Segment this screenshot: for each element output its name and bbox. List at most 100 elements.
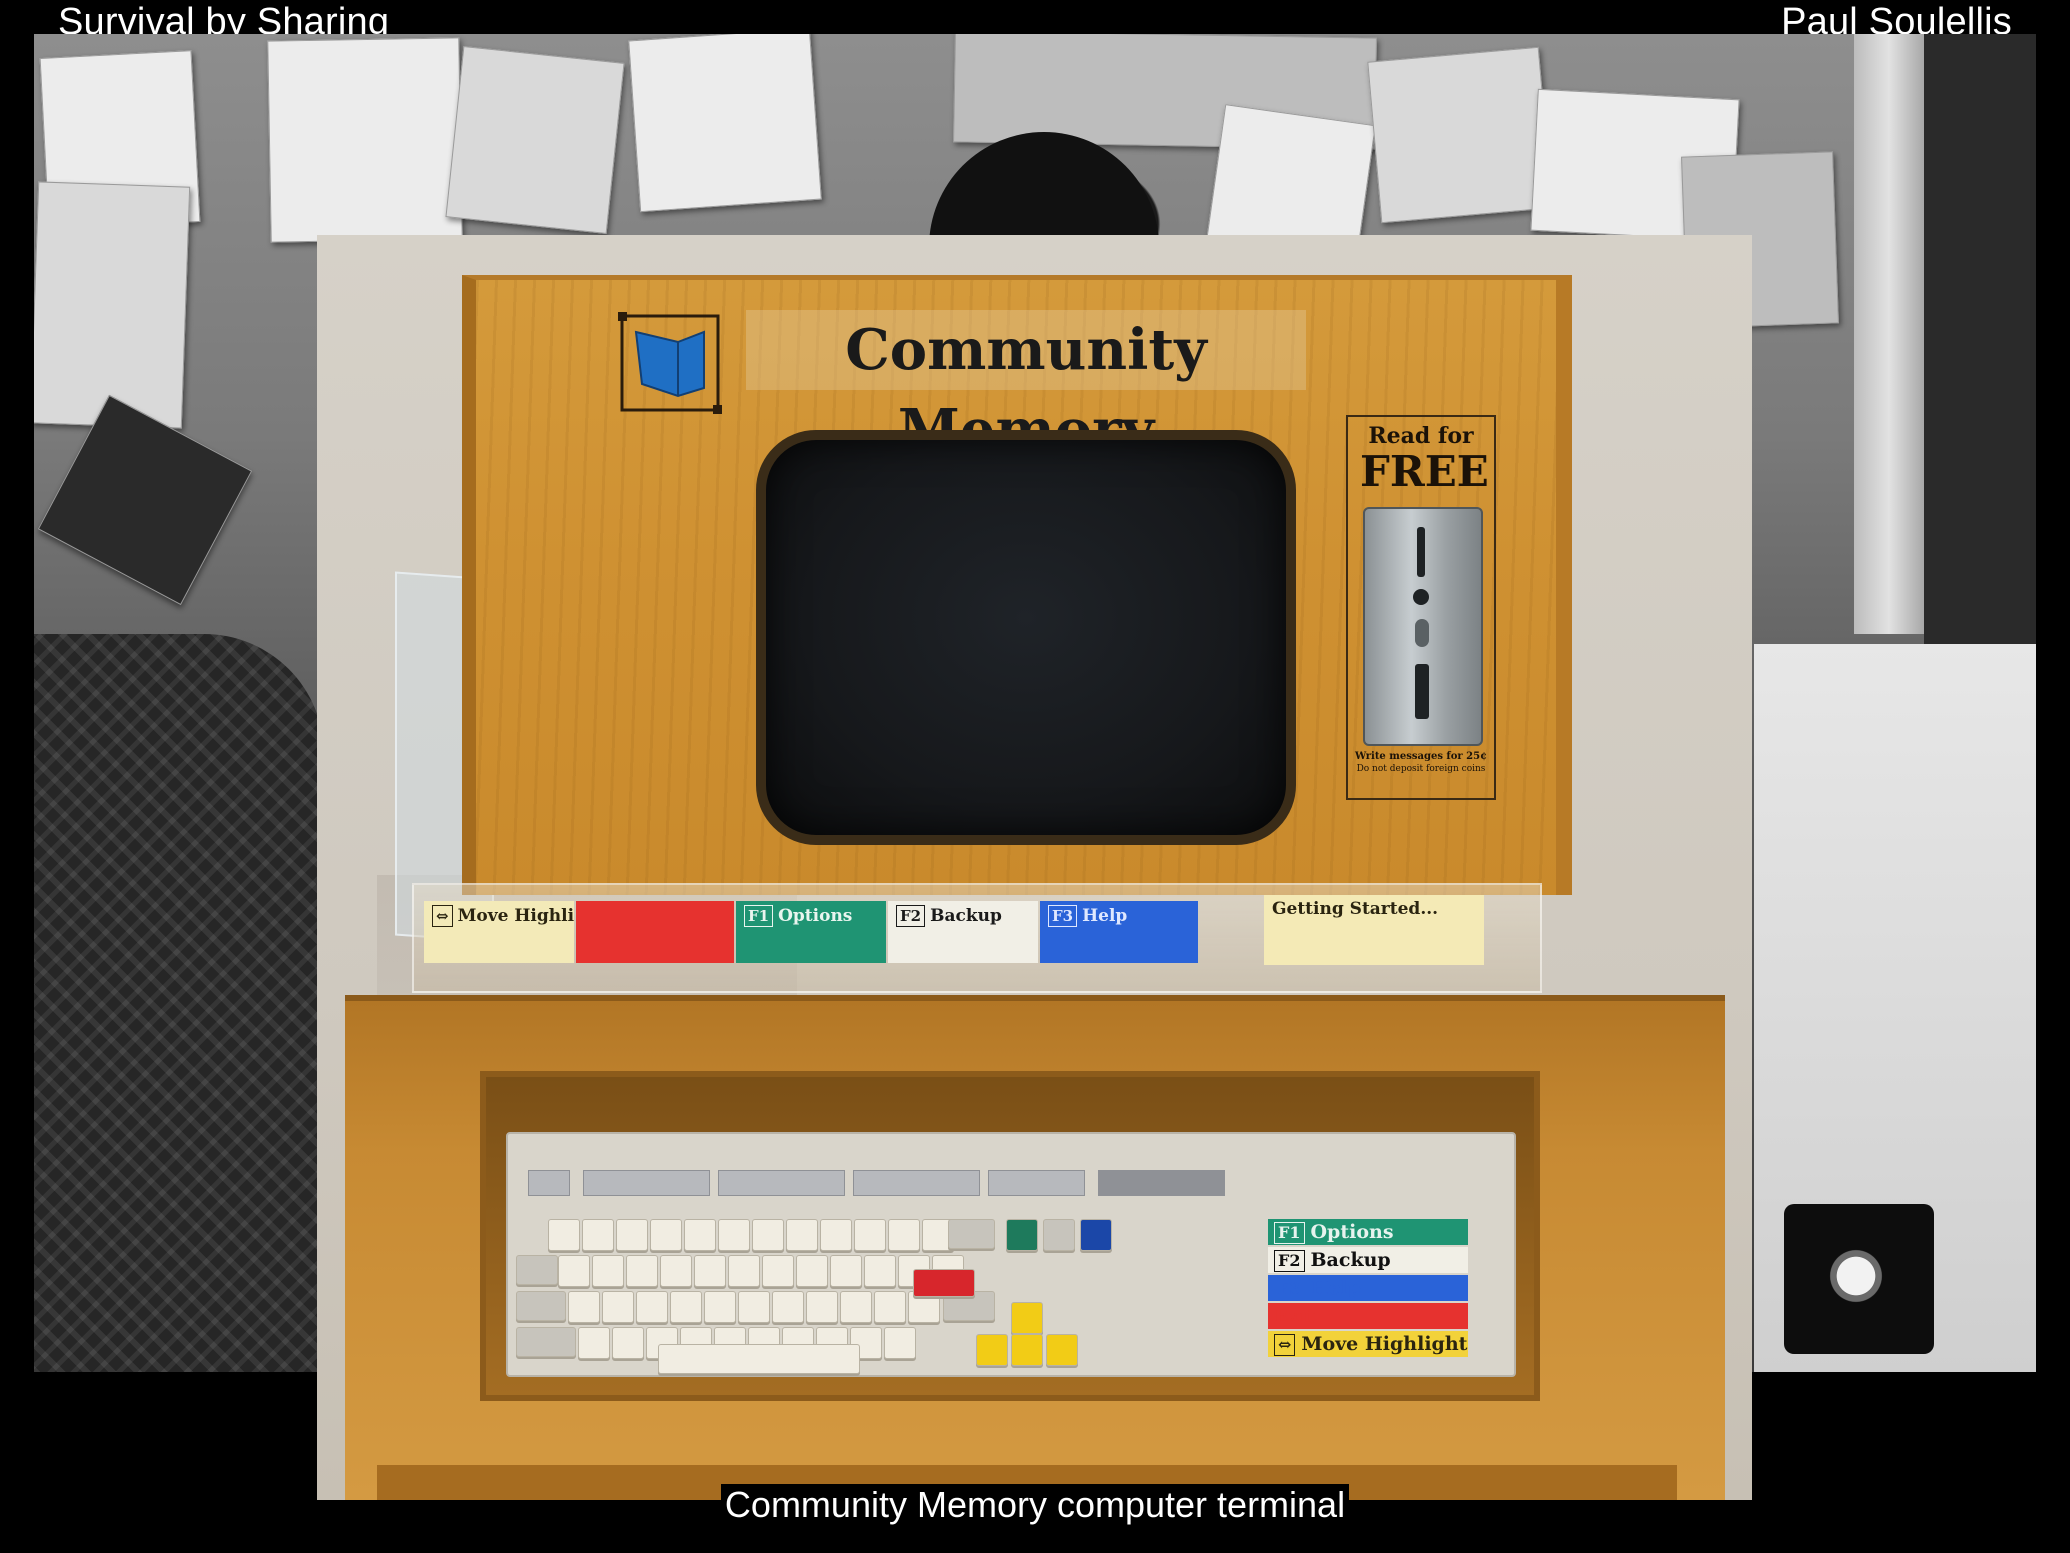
keyboard-key[interactable] [660, 1255, 692, 1287]
keyboard-key[interactable] [888, 1219, 920, 1251]
keyboard-card-move-highlight: ⇔ Move Highlight [1268, 1331, 1468, 1357]
keyboard-key[interactable] [772, 1291, 804, 1323]
keyboard-key[interactable] [796, 1255, 828, 1287]
keyboard-key[interactable] [704, 1291, 736, 1323]
card-label: Help [1082, 906, 1128, 926]
coin-button [1413, 589, 1429, 605]
arrow-up-key[interactable] [1011, 1302, 1043, 1334]
crt-screen [756, 430, 1296, 845]
card-label: Help [1310, 1277, 1362, 1299]
bulletin-note [34, 181, 191, 429]
coin-mechanism: Read for FREE Write messages for 25¢ Do … [1346, 415, 1496, 800]
keyboard-bay: F1 Options F2 Backup F3 Help Exit ⇔ Move Hig… [345, 995, 1725, 1500]
nav-key[interactable] [1080, 1219, 1112, 1251]
keyboard-key[interactable] [752, 1219, 784, 1251]
keyboard-key[interactable] [786, 1219, 818, 1251]
bulletin-photo [37, 394, 253, 606]
keyboard-key[interactable] [568, 1291, 600, 1323]
keyboard-key[interactable] [578, 1327, 610, 1359]
keyboard-key[interactable] [616, 1219, 648, 1251]
card-key-label: F1 [1274, 1222, 1305, 1244]
terminal-brand-label: Community Memory [746, 310, 1306, 463]
cabinet-panel: Community Memory Read for FREE Write mes… [462, 275, 1572, 895]
keyboard-key[interactable] [626, 1255, 658, 1287]
status-lights [1098, 1170, 1225, 1196]
keyboard-well: F1 Options F2 Backup F3 Help Exit ⇔ Move Hig… [480, 1071, 1540, 1401]
wooden-post [1854, 34, 1924, 634]
keyboard-key[interactable] [684, 1219, 716, 1251]
card-label: Move Highlight [457, 906, 574, 926]
card-key-label: F3 [1048, 905, 1078, 927]
keyboard-key[interactable] [602, 1291, 634, 1323]
keyboard-key[interactable] [830, 1255, 862, 1287]
community-memory-logo-icon [618, 312, 722, 414]
card-label: Backup [1310, 1249, 1391, 1271]
card-label: Getting Started... [1272, 899, 1439, 919]
keyboard-key[interactable] [806, 1291, 838, 1323]
coin-knob [1415, 619, 1429, 647]
keyboard-key[interactable] [582, 1219, 614, 1251]
card-key-label: F2 [1274, 1250, 1305, 1272]
keyboard-key[interactable] [884, 1327, 916, 1359]
keyboard-key[interactable] [864, 1255, 896, 1287]
nav-key[interactable] [1043, 1219, 1075, 1251]
card-label: Backup [930, 906, 1002, 926]
backspace-key[interactable] [948, 1219, 995, 1249]
function-key-strip[interactable] [528, 1170, 570, 1196]
card-label: Options [778, 906, 853, 926]
shelf-card-help: F3 Help [1040, 901, 1198, 963]
terminal-photo: Community Memory Read for FREE Write mes… [317, 235, 1752, 1500]
keyboard-key[interactable] [738, 1291, 770, 1323]
ctrl-key[interactable] [516, 1327, 576, 1357]
function-key-strip[interactable] [853, 1170, 980, 1196]
keyboard-key[interactable] [840, 1291, 872, 1323]
keyboard-key[interactable] [762, 1255, 794, 1287]
keyboard-key[interactable] [592, 1255, 624, 1287]
keyboard-key[interactable] [558, 1255, 590, 1287]
shelf-card-exit [576, 901, 734, 963]
bulletin-note [267, 37, 463, 243]
shelf-card-move-highlight: ⇔Move Highlight [424, 901, 574, 963]
keyboard-key[interactable] [636, 1291, 668, 1323]
person-plaid-shirt [34, 634, 324, 1372]
keyboard-card-options: F1 Options [1268, 1219, 1468, 1245]
bulletin-note [628, 34, 822, 213]
arrow-right-key[interactable] [1046, 1334, 1078, 1366]
keyboard-card-help: F3 Help [1268, 1275, 1468, 1301]
keyboard[interactable]: F1 Options F2 Backup F3 Help Exit ⇔ Move Hig… [506, 1132, 1516, 1377]
keyboard-key[interactable] [820, 1219, 852, 1251]
function-key-strip[interactable] [718, 1170, 845, 1196]
keyboard-key[interactable] [728, 1255, 760, 1287]
coin-note-label: Do not deposit foreign coins [1356, 764, 1486, 774]
tab-key[interactable] [516, 1255, 558, 1285]
keyboard-key[interactable] [874, 1291, 906, 1323]
arrow-down-key[interactable] [1011, 1334, 1043, 1366]
instruction-shelf: ⇔Move Highlight F1Options F2Backup F3Hel… [412, 883, 1542, 993]
shelf-card-backup: F2 Backup [888, 901, 1038, 963]
keyboard-key[interactable] [650, 1219, 682, 1251]
function-key-strip[interactable] [988, 1170, 1085, 1196]
nav-key[interactable] [1006, 1219, 1038, 1251]
keyboard-key[interactable] [548, 1219, 580, 1251]
shelf-card-getting-started: Getting Started... [1264, 895, 1484, 965]
keyboard-key[interactable] [670, 1291, 702, 1323]
function-key-strip[interactable] [583, 1170, 710, 1196]
exit-key[interactable] [913, 1269, 975, 1297]
keyboard-key[interactable] [612, 1327, 644, 1359]
keyboard-card-backup: F2 Backup [1268, 1247, 1468, 1273]
free-label: FREE [1360, 447, 1489, 496]
card-key-label: F2 [896, 905, 926, 927]
bulletin-note [445, 46, 625, 234]
card-key-label: F1 [744, 905, 774, 927]
keyboard-key[interactable] [718, 1219, 750, 1251]
space-bar[interactable] [658, 1344, 860, 1374]
arrow-left-key[interactable] [976, 1334, 1008, 1366]
keyboard-card-exit: Exit [1268, 1303, 1468, 1329]
keyboard-key[interactable] [854, 1219, 886, 1251]
shift-key[interactable] [516, 1291, 566, 1321]
coin-slot[interactable] [1363, 507, 1483, 746]
shelf-card-options: F1 Options [736, 901, 886, 963]
keyboard-key[interactable] [694, 1255, 726, 1287]
card-label: Exit [1274, 1305, 1316, 1327]
bulletin-note [1367, 46, 1553, 224]
